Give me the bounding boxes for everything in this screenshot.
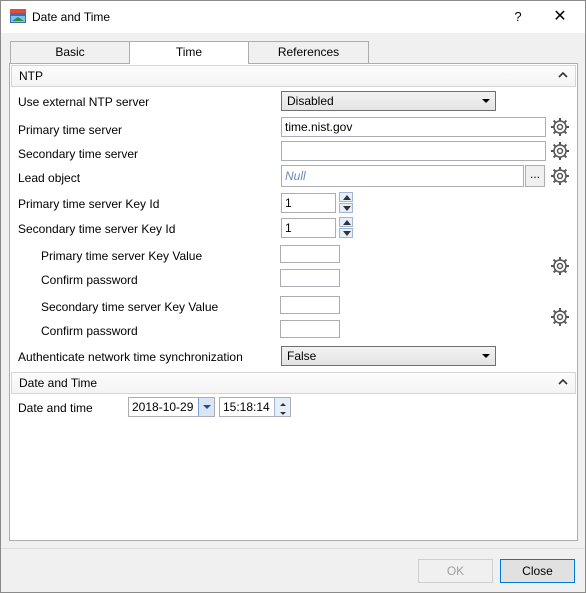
primary-time-server-label: Primary time server bbox=[18, 123, 123, 137]
chevron-up-icon[interactable] bbox=[557, 376, 569, 388]
primary-key-id-label: Primary time server Key Id bbox=[18, 197, 160, 211]
spin-down-button[interactable] bbox=[339, 228, 353, 238]
gear-icon[interactable] bbox=[549, 140, 571, 162]
secondary-confirm-password-input[interactable] bbox=[280, 320, 340, 338]
tab-label: Time bbox=[175, 45, 203, 59]
arrow-up-icon bbox=[343, 220, 351, 225]
input-value: 15:18:14 bbox=[223, 400, 270, 414]
secondary-confirm-password-label: Confirm password bbox=[41, 324, 138, 338]
date-time-section-header[interactable]: Date and Time bbox=[11, 372, 576, 394]
authenticate-select[interactable]: False bbox=[281, 346, 496, 366]
gear-icon[interactable] bbox=[549, 165, 571, 187]
dropdown-arrow-icon bbox=[482, 354, 490, 358]
ok-button[interactable]: OK bbox=[418, 559, 493, 583]
primary-key-value-input[interactable] bbox=[280, 245, 340, 263]
close-window-button[interactable]: ✕ bbox=[545, 5, 575, 29]
secondary-key-id-label: Secondary time server Key Id bbox=[18, 222, 176, 236]
primary-confirm-password-label: Confirm password bbox=[41, 273, 138, 287]
window-title: Date and Time bbox=[32, 10, 111, 24]
tab-label: References bbox=[277, 45, 340, 59]
app-icon bbox=[10, 9, 26, 23]
spin-up-button[interactable] bbox=[339, 217, 353, 227]
arrow-up-icon bbox=[343, 195, 351, 200]
input-value: 1 bbox=[285, 196, 292, 210]
dropdown-arrow-icon bbox=[203, 405, 211, 409]
use-external-ntp-label: Use external NTP server bbox=[18, 95, 150, 109]
section-title: Date and Time bbox=[19, 376, 98, 390]
input-value: 2018-10-29 bbox=[132, 400, 194, 414]
date-time-dialog: Date and Time ? ✕ Basic Time References … bbox=[0, 0, 586, 593]
spin-up-button[interactable] bbox=[339, 192, 353, 202]
calendar-dropdown-button[interactable] bbox=[198, 398, 214, 416]
input-value: time.nist.gov bbox=[285, 120, 353, 134]
primary-key-id-input[interactable]: 1 bbox=[281, 193, 336, 213]
input-value: 1 bbox=[285, 221, 292, 235]
tab-basic[interactable]: Basic bbox=[10, 41, 130, 63]
gear-icon[interactable] bbox=[549, 306, 571, 328]
selected-value: Disabled bbox=[287, 94, 334, 108]
lead-object-input[interactable]: Null bbox=[281, 165, 524, 187]
gear-icon[interactable] bbox=[549, 255, 571, 277]
footer: OK Close bbox=[1, 548, 585, 592]
secondary-time-server-input[interactable] bbox=[281, 141, 546, 161]
authenticate-label: Authenticate network time synchronizatio… bbox=[18, 350, 243, 364]
title-bar: Date and Time ? ✕ bbox=[1, 1, 585, 33]
arrow-down-icon bbox=[343, 231, 351, 236]
ntp-section-header[interactable]: NTP bbox=[11, 65, 576, 87]
arrow-down-icon bbox=[343, 206, 351, 211]
primary-time-server-input[interactable]: time.nist.gov bbox=[281, 117, 546, 137]
tab-label: Basic bbox=[55, 45, 85, 59]
section-title: NTP bbox=[19, 69, 43, 83]
spin-down-button[interactable] bbox=[339, 203, 353, 213]
gear-icon[interactable] bbox=[549, 116, 571, 138]
time-spin-up-button[interactable] bbox=[274, 398, 290, 407]
chevron-up-icon[interactable] bbox=[557, 69, 569, 81]
use-external-ntp-select[interactable]: Disabled bbox=[281, 91, 496, 111]
selected-value: False bbox=[287, 349, 317, 363]
secondary-key-value-label: Secondary time server Key Value bbox=[41, 300, 219, 314]
tab-time[interactable]: Time bbox=[129, 41, 249, 64]
close-button[interactable]: Close bbox=[500, 559, 575, 583]
tab-references[interactable]: References bbox=[248, 41, 369, 63]
date-and-time-label: Date and time bbox=[18, 401, 93, 415]
dropdown-arrow-icon bbox=[482, 99, 490, 103]
time-spin-down-button[interactable] bbox=[274, 407, 290, 416]
primary-confirm-password-input[interactable] bbox=[280, 269, 340, 287]
secondary-key-id-input[interactable]: 1 bbox=[281, 218, 336, 238]
secondary-key-value-input[interactable] bbox=[280, 296, 340, 314]
input-value: Null bbox=[285, 169, 306, 183]
browse-button[interactable]: ... bbox=[525, 165, 545, 187]
help-button[interactable]: ? bbox=[506, 5, 530, 29]
tab-content: NTP Use external NTP server Disabled Pri… bbox=[9, 63, 578, 541]
primary-key-value-label: Primary time server Key Value bbox=[41, 249, 203, 263]
secondary-time-server-label: Secondary time server bbox=[18, 147, 139, 161]
lead-object-label: Lead object bbox=[18, 171, 81, 185]
arrow-down-icon bbox=[280, 412, 286, 415]
